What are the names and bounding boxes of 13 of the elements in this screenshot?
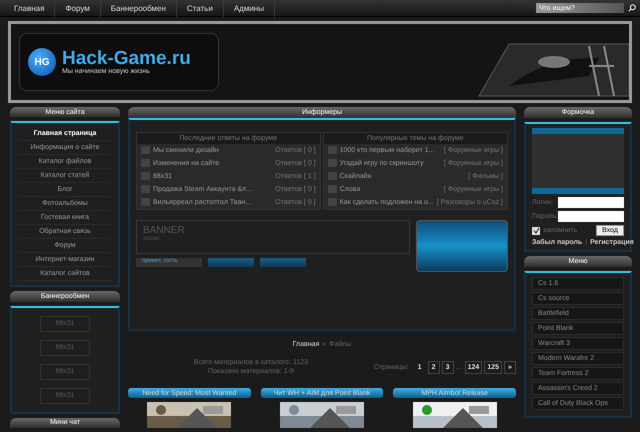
site-logo[interactable]: Hack-Game.ru: [62, 49, 191, 68]
nav-button[interactable]: [208, 258, 254, 267]
nav-link[interactable]: Главная: [4, 0, 56, 16]
remember-checkbox[interactable]: [532, 226, 540, 234]
search-icon[interactable]: [628, 4, 636, 12]
password-field[interactable]: [558, 211, 624, 222]
nav-link[interactable]: Статьи: [176, 0, 224, 16]
nav-link[interactable]: Баннерообмен: [100, 0, 177, 16]
nav-link[interactable]: Форум: [55, 0, 101, 16]
logo-badge[interactable]: HG: [28, 48, 56, 76]
nav-link[interactable]: Админы: [224, 0, 275, 16]
nav-button[interactable]: [260, 258, 306, 267]
login-field[interactable]: [558, 197, 624, 208]
